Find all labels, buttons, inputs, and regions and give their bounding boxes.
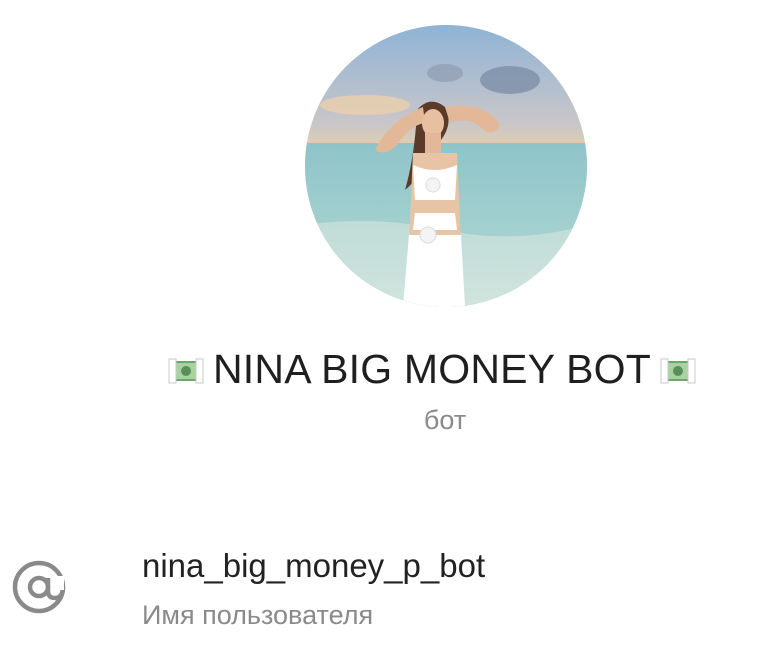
username-value[interactable]: nina_big_money_p_bot	[142, 547, 485, 585]
avatar[interactable]	[305, 25, 587, 307]
profile-type-label: бот	[423, 405, 467, 435]
username-row[interactable]: nina_big_money_p_bot Имя пользователя	[0, 540, 764, 640]
username-label: Имя пользователя	[142, 600, 374, 630]
profile-header: NINA BIG MONEY BOT бот	[0, 0, 764, 460]
avatar-photo	[305, 25, 587, 307]
money-with-wings-icon	[659, 356, 697, 384]
profile-name: NINA BIG MONEY BOT	[213, 346, 651, 392]
at-sign-icon	[10, 558, 68, 616]
money-with-wings-icon	[167, 356, 205, 384]
profile-name-row: NINA BIG MONEY BOT	[0, 346, 764, 393]
